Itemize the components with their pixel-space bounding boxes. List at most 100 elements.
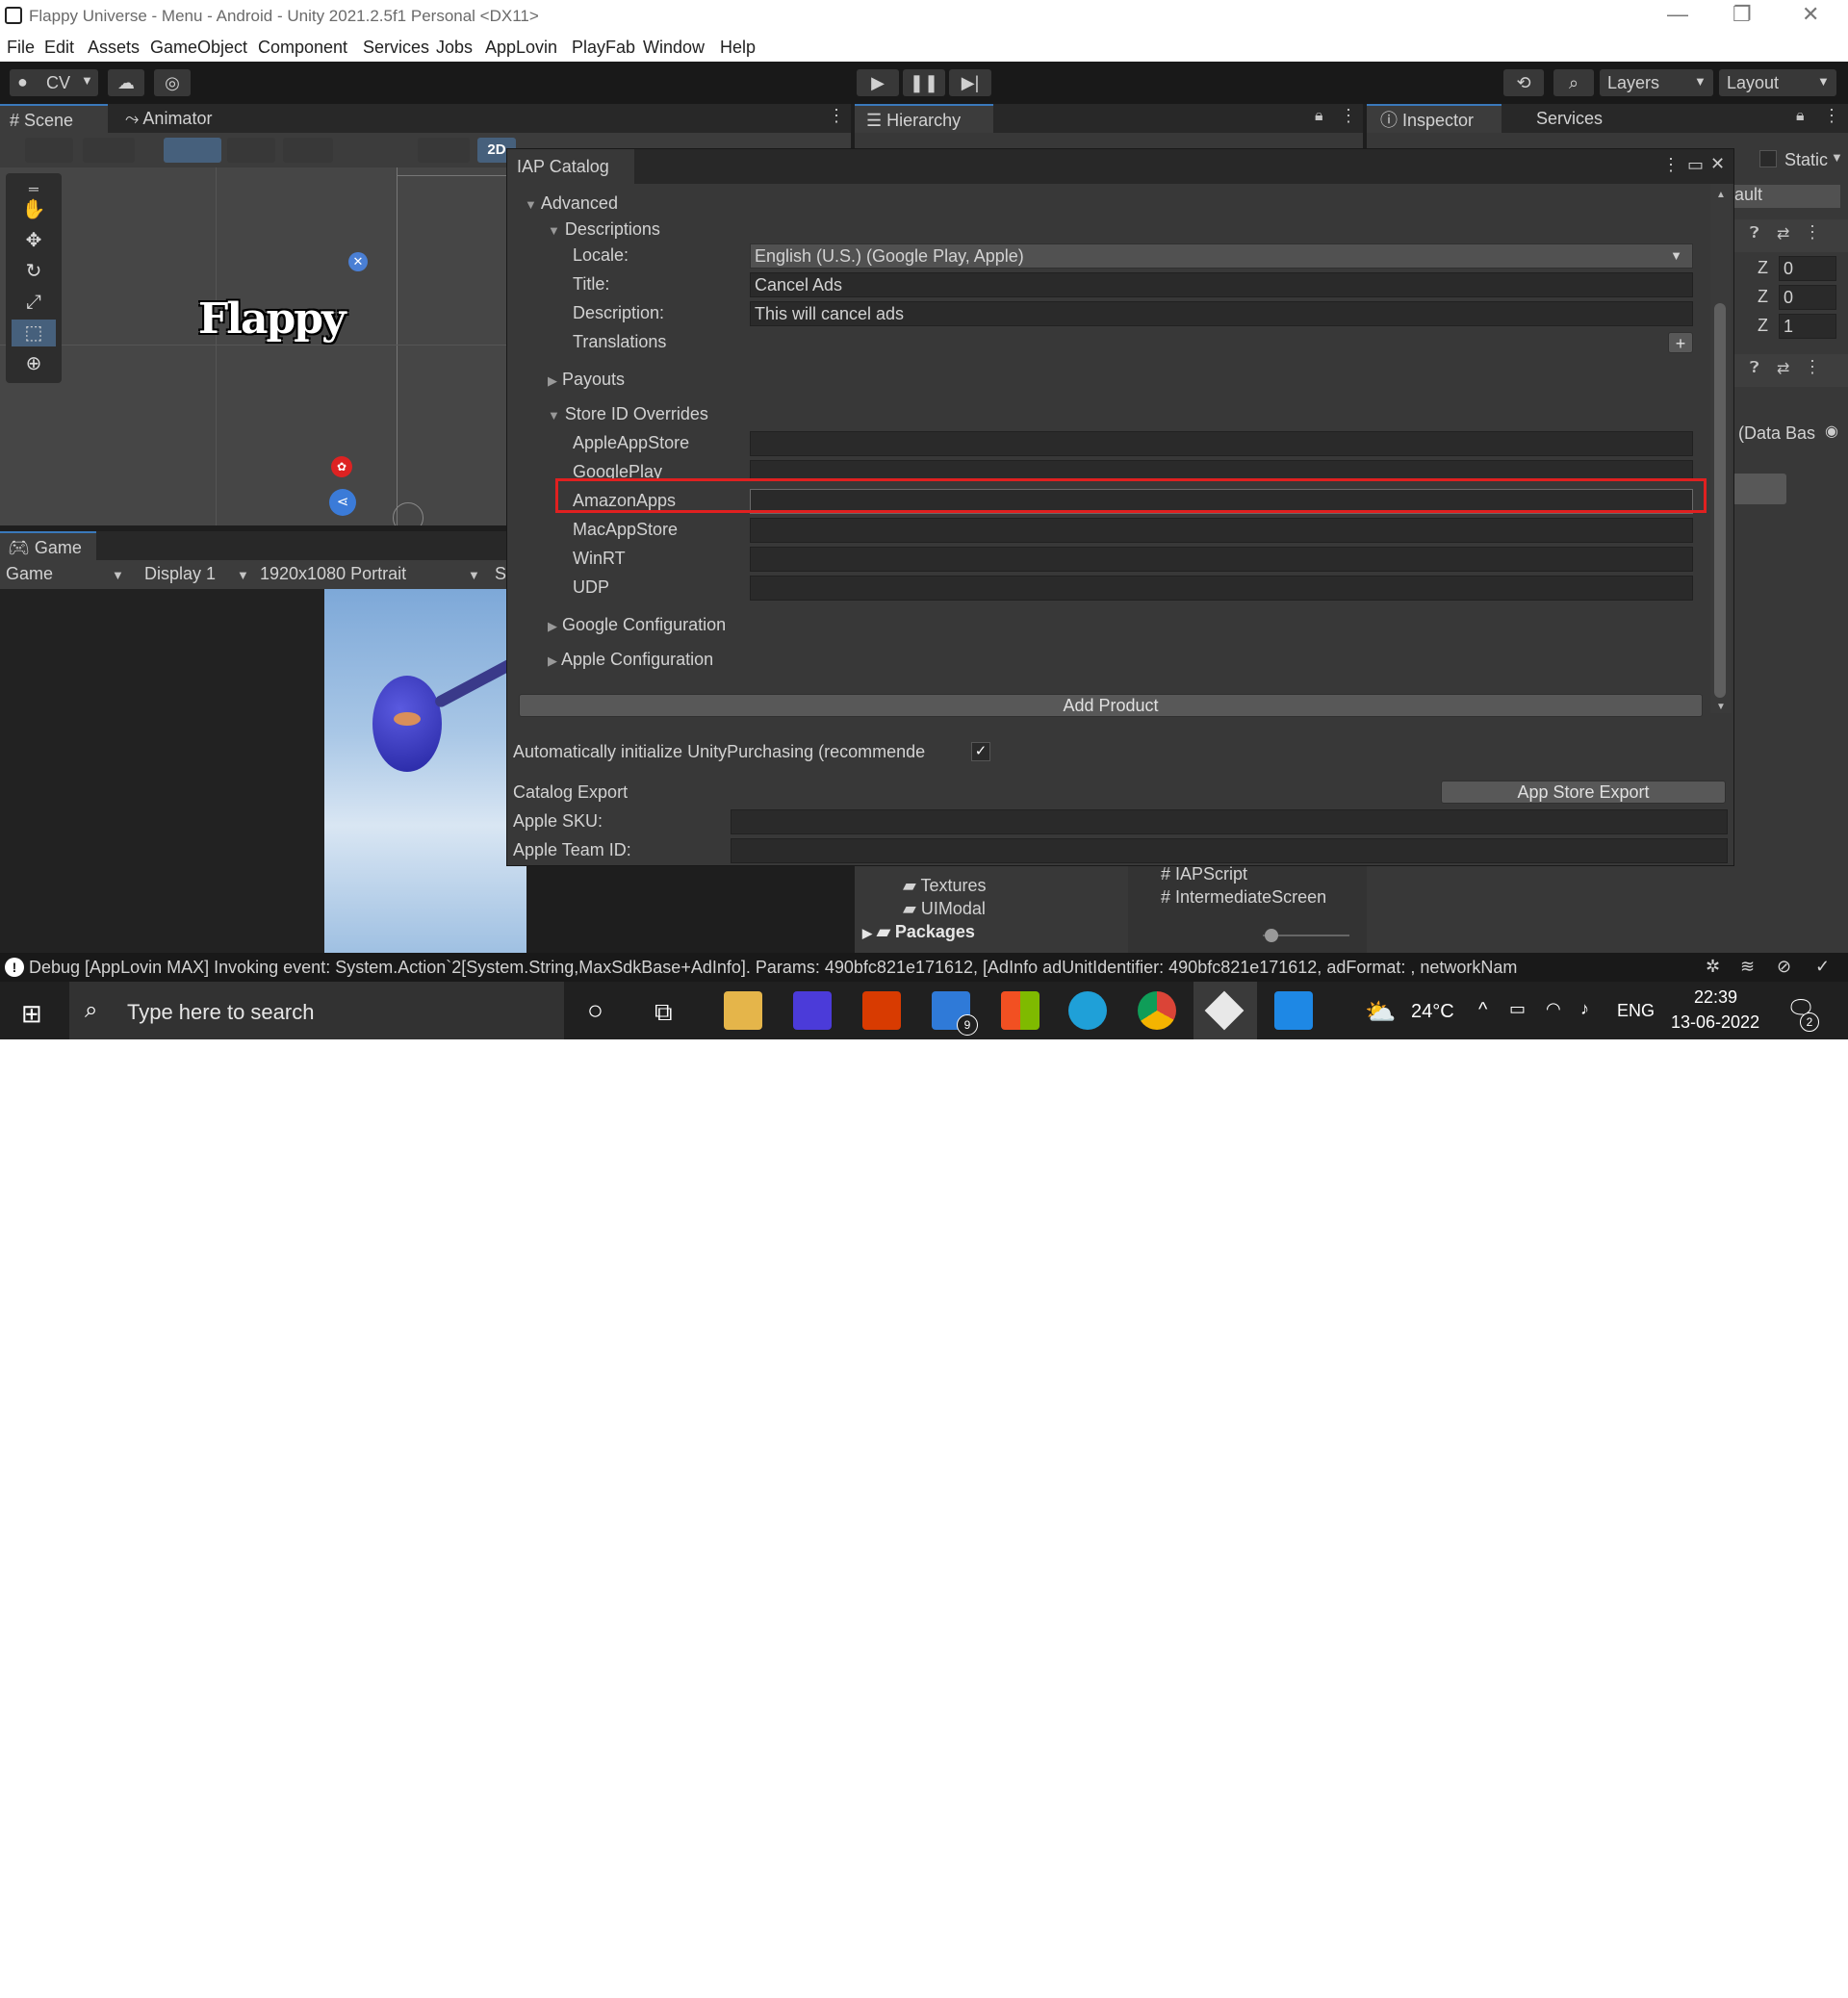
vscode-icon[interactable] (1274, 991, 1313, 1030)
grid-snap-button[interactable] (164, 138, 221, 163)
tab-hierarchy[interactable]: ☰ Hierarchy (855, 104, 993, 133)
chrome-icon[interactable] (1138, 991, 1176, 1030)
volume-icon[interactable]: ♪ (1580, 999, 1589, 1019)
play-button[interactable]: ▶ (857, 69, 899, 96)
advanced-foldout[interactable]: ▼ Advanced (525, 193, 618, 214)
collab-button[interactable]: ◎ (154, 69, 191, 96)
menu-applovin[interactable]: AppLovin (485, 38, 557, 58)
chevron-down-icon[interactable]: ▼ (1831, 150, 1843, 165)
menu-assets[interactable]: Assets (88, 38, 140, 58)
tab-inspector[interactable]: ⓘ Inspector (1367, 104, 1502, 133)
component-menu-icon[interactable]: ⋮ (1804, 357, 1821, 377)
menu-component[interactable]: Component (258, 38, 347, 58)
object-picker-icon[interactable]: ◉ (1825, 422, 1838, 441)
tab-scene[interactable]: # Scene (0, 104, 108, 133)
z-field[interactable]: 0 (1779, 285, 1836, 310)
weather-temp[interactable]: 24°C (1411, 1001, 1454, 1023)
snap-settings-button[interactable] (227, 138, 275, 163)
apple-configuration-foldout[interactable]: ▶ Apple Configuration (548, 650, 713, 670)
search-button[interactable]: ⌕ (1553, 69, 1594, 96)
store-icon[interactable] (1001, 991, 1040, 1030)
component-menu-icon[interactable]: ⋮ (1804, 222, 1821, 243)
console-message[interactable]: Debug [AppLovin MAX] Invoking event: Sys… (29, 958, 1642, 978)
tab-game[interactable]: 🎮︎ Game (0, 531, 96, 560)
list-item[interactable]: ▰ UIModal (903, 899, 986, 919)
store-id-overrides-foldout[interactable]: ▼ Store ID Overrides (548, 404, 708, 424)
locale-dropdown[interactable]: English (U.S.) (Google Play, Apple) ▼ (750, 243, 1693, 269)
help-icon[interactable]: ❓︎ (1750, 360, 1759, 377)
chevron-down-icon[interactable]: ▼ (237, 568, 249, 582)
auto-init-checkbox[interactable]: ✓ (971, 742, 990, 761)
menu-jobs[interactable]: Jobs (436, 38, 473, 58)
window-menu-icon[interactable]: ⋮ (1662, 155, 1680, 175)
mail-icon[interactable]: 9 (932, 991, 978, 1036)
task-view-icon[interactable]: ⧉ (654, 997, 673, 1028)
scrollbar[interactable]: ▲ ▼ (1710, 184, 1732, 713)
list-item[interactable]: ▰ Textures (903, 876, 987, 896)
office-icon[interactable] (862, 991, 901, 1030)
macappstore-field[interactable] (750, 518, 1693, 543)
auto-generate-icon[interactable]: ⊘ (1777, 957, 1791, 977)
help-icon[interactable]: ❓︎ (1750, 225, 1759, 243)
language-indicator[interactable]: ENG (1617, 1001, 1655, 1021)
menu-playfab[interactable]: PlayFab (572, 38, 635, 58)
account-dropdown[interactable]: ● CV ▼ (10, 69, 98, 96)
close-icon[interactable]: ✕ (1710, 154, 1725, 174)
lock-icon[interactable]: 🔒︎ (1796, 108, 1805, 125)
maximize-icon[interactable]: ▭ (1687, 155, 1704, 175)
tab-animator[interactable]: ⤳ Animator (116, 104, 241, 133)
preset-icon[interactable]: ⇄ (1777, 224, 1789, 243)
cache-icon[interactable]: ≋ (1740, 957, 1755, 977)
check-circle-icon[interactable]: ✓ (1815, 957, 1830, 977)
layers-dropdown[interactable]: Layers ▼ (1600, 69, 1713, 96)
resolution-dropdown[interactable]: 1920x1080 Portrait (260, 564, 406, 584)
bug-icon[interactable]: ✲ (1706, 957, 1720, 977)
close-button[interactable]: ✕ (1802, 2, 1819, 27)
appleappstore-field[interactable] (750, 431, 1693, 456)
scroll-down-icon[interactable]: ▼ (1716, 702, 1726, 712)
descriptions-foldout[interactable]: ▼ Descriptions (548, 219, 660, 240)
googleplay-field[interactable] (750, 460, 1693, 479)
menu-gameobject[interactable]: GameObject (150, 38, 247, 58)
increment-snap-button[interactable] (283, 138, 333, 163)
minimize-button[interactable]: — (1667, 2, 1688, 27)
wifi-icon[interactable]: ◠ (1546, 999, 1561, 1019)
restore-button[interactable]: ❐ (1732, 2, 1752, 27)
zoom-slider-handle[interactable] (1265, 929, 1278, 942)
windows-start-icon[interactable]: ⊞ (21, 999, 42, 1029)
lock-icon[interactable]: 🔒︎ (1315, 108, 1323, 125)
z-field[interactable]: 0 (1779, 256, 1836, 281)
chevron-down-icon[interactable]: ▼ (468, 568, 480, 582)
data-base-field[interactable]: (Data Bas (1738, 423, 1815, 444)
move-tool-icon[interactable]: ✥ (12, 227, 56, 254)
rect-tool-icon[interactable]: ⬚ (12, 320, 56, 346)
menu-edit[interactable]: Edit (44, 38, 74, 58)
preset-icon[interactable]: ⇄ (1777, 359, 1789, 378)
add-product-button[interactable]: Add Product (519, 694, 1703, 717)
menu-help[interactable]: Help (720, 38, 756, 58)
edge-icon[interactable] (1068, 991, 1107, 1030)
visual-studio-icon[interactable] (793, 991, 832, 1030)
history-button[interactable]: ⟲ (1503, 69, 1544, 96)
title-field[interactable]: Cancel Ads (750, 272, 1693, 297)
menu-file[interactable]: File (7, 38, 35, 58)
battery-icon[interactable]: ▭ (1509, 999, 1526, 1019)
add-translation-button[interactable]: + (1668, 332, 1693, 353)
game-mode-dropdown[interactable]: Game (6, 564, 53, 584)
render-mode-dropdown[interactable] (83, 138, 135, 163)
transform-tool-icon[interactable]: ⊕ (12, 350, 56, 377)
inspector-menu-icon[interactable]: ⋮ (1823, 106, 1840, 126)
pause-button[interactable]: ❚❚ (903, 69, 945, 96)
chevron-up-icon[interactable]: ^ (1478, 999, 1487, 1021)
file-explorer-icon[interactable] (724, 991, 762, 1030)
scrollbar-thumb[interactable] (1714, 303, 1726, 698)
payouts-foldout[interactable]: ▶ Payouts (548, 370, 625, 390)
draw-mode-dropdown[interactable] (25, 138, 73, 163)
taskbar-search[interactable]: ⌕ Type here to search (69, 982, 564, 1039)
display-dropdown[interactable]: Display 1 (144, 564, 216, 584)
unity-taskbar-item[interactable] (1194, 982, 1257, 1039)
menu-window[interactable]: Window (643, 38, 705, 58)
hierarchy-menu-icon[interactable]: ⋮ (1340, 106, 1357, 126)
layout-dropdown[interactable]: Layout ▼ (1719, 69, 1836, 96)
step-button[interactable]: ▶| (949, 69, 991, 96)
